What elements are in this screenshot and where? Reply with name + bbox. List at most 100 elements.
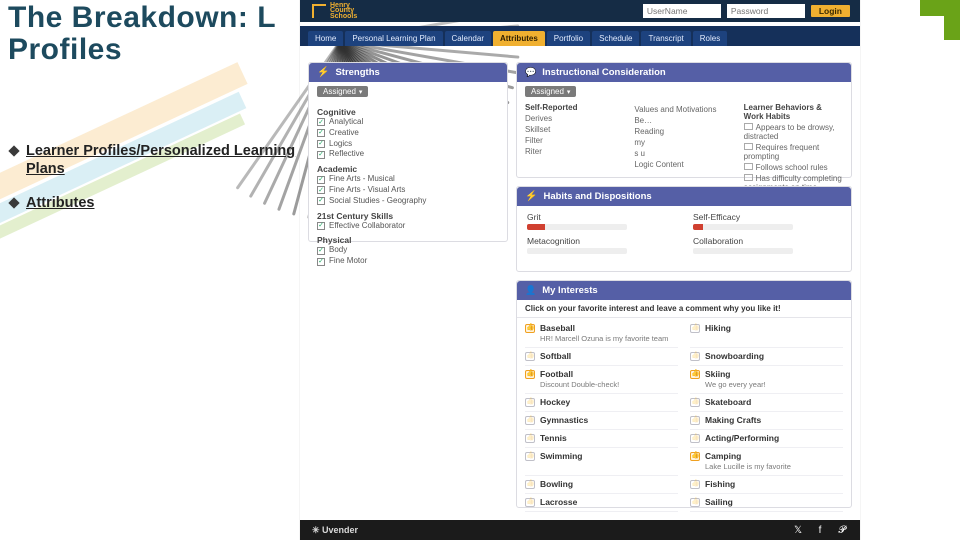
footer-brand-text: Uvender xyxy=(322,525,358,535)
instruct-row: Logic Content xyxy=(634,160,733,169)
thumbs-up-icon[interactable] xyxy=(690,352,700,361)
thumbs-up-icon[interactable] xyxy=(690,434,700,443)
tab-schedule[interactable]: Schedule xyxy=(592,31,639,46)
strength-label: Effective Collaborator xyxy=(329,221,405,232)
strengths-header: Strengths xyxy=(309,63,507,82)
thumbs-up-icon[interactable] xyxy=(690,416,700,425)
strengths-assigned-chip[interactable]: Assigned▾ xyxy=(317,86,368,97)
checkbox-icon[interactable] xyxy=(317,258,325,266)
interest-item[interactable]: Gymnastics xyxy=(525,412,678,430)
interest-item[interactable]: Tennis xyxy=(525,430,678,448)
interest-item[interactable]: Acting/Performing xyxy=(690,430,843,448)
habit-metric: Collaboration xyxy=(693,236,841,254)
instruct-row: Values and Motivations xyxy=(634,105,733,114)
mini-checkbox-icon[interactable] xyxy=(744,123,753,130)
interest-name: Fishing xyxy=(705,479,735,489)
checkbox-icon[interactable] xyxy=(317,140,325,148)
habit-name: Metacognition xyxy=(527,236,675,246)
checkbox-icon[interactable] xyxy=(317,222,325,230)
pinterest-icon[interactable]: 𝓟 xyxy=(836,525,848,536)
interest-item[interactable]: Softball xyxy=(525,348,678,366)
interest-name: Tennis xyxy=(540,433,567,443)
interest-name: Hockey xyxy=(540,397,570,407)
interest-item[interactable]: Hiking xyxy=(690,320,843,348)
habit-name: Collaboration xyxy=(693,236,841,246)
interest-item[interactable]: Fishing xyxy=(690,476,843,494)
tab-personal-learning-plan[interactable]: Personal Learning Plan xyxy=(345,31,442,46)
thumbs-up-icon[interactable] xyxy=(690,324,700,333)
thumbs-up-icon[interactable] xyxy=(525,452,535,461)
checkbox-icon[interactable] xyxy=(317,176,325,184)
checkbox-icon[interactable] xyxy=(317,197,325,205)
thumbs-up-icon[interactable] xyxy=(525,498,535,507)
habit-metric: Grit xyxy=(527,212,675,230)
checkbox-icon[interactable] xyxy=(317,129,325,137)
app-topbar: Henry County Schools Login xyxy=(300,0,860,22)
thumbs-up-icon[interactable] xyxy=(690,370,700,379)
thumbs-up-icon[interactable] xyxy=(525,398,535,407)
strength-group: Physical xyxy=(317,235,499,245)
thumbs-up-icon[interactable] xyxy=(525,434,535,443)
interest-item[interactable]: Making Crafts xyxy=(690,412,843,430)
interest-item[interactable]: CampingLake Lucille is my favorite xyxy=(690,448,843,476)
strength-item: Fine Arts - Musical xyxy=(317,174,499,185)
checkbox-icon[interactable] xyxy=(317,151,325,159)
interest-caption: HR! Marcell Ozuna is my favorite team xyxy=(540,334,678,343)
interest-item[interactable]: Hockey xyxy=(525,394,678,412)
interest-item[interactable]: SkiingWe go every year! xyxy=(690,366,843,394)
tab-attributes[interactable]: Attributes xyxy=(493,31,545,46)
tab-portfolio[interactable]: Portfolio xyxy=(547,31,590,46)
thumbs-up-icon[interactable] xyxy=(525,324,535,333)
checkbox-icon[interactable] xyxy=(317,247,325,255)
assigned-label: Assigned xyxy=(323,87,356,96)
mini-checkbox-icon[interactable] xyxy=(744,163,753,170)
thumbs-up-icon[interactable] xyxy=(525,416,535,425)
strength-label: Logics xyxy=(329,139,352,150)
interest-item[interactable]: Swimming xyxy=(525,448,678,476)
instruct-row: s u xyxy=(634,149,733,158)
caret-down-icon: ▾ xyxy=(567,89,571,96)
instruct-row: Requires frequent prompting xyxy=(744,143,843,161)
thumbs-up-icon[interactable] xyxy=(525,480,535,489)
password-input[interactable] xyxy=(727,4,805,18)
bolt-icon xyxy=(317,67,329,78)
twitter-icon[interactable]: 𝕏 xyxy=(792,525,804,536)
mini-checkbox-icon[interactable] xyxy=(744,143,753,150)
interest-name: Skateboard xyxy=(705,397,751,407)
instruct-row: Derives xyxy=(525,114,624,123)
facebook-icon[interactable]: f xyxy=(814,525,826,536)
checkbox-icon[interactable] xyxy=(317,186,325,194)
thumbs-up-icon[interactable] xyxy=(690,498,700,507)
bullet-text: Learner Profiles/Personalized Learning P… xyxy=(26,142,300,178)
strengths-card: Strengths Assigned▾ CognitiveAnalyticalC… xyxy=(308,62,508,242)
checkbox-icon[interactable] xyxy=(317,118,325,126)
mini-checkbox-icon[interactable] xyxy=(744,174,753,181)
habit-name: Grit xyxy=(527,212,675,222)
instruct-assigned-chip[interactable]: Assigned▾ xyxy=(525,86,576,97)
interest-item[interactable]: Sailing xyxy=(690,494,843,512)
thumbs-up-icon[interactable] xyxy=(525,352,535,361)
strength-item: Analytical xyxy=(317,117,499,128)
thumbs-up-icon[interactable] xyxy=(525,370,535,379)
instruct-row: Skillset xyxy=(525,125,624,134)
interest-item[interactable]: Skateboard xyxy=(690,394,843,412)
login-button[interactable]: Login xyxy=(811,5,850,17)
tab-calendar[interactable]: Calendar xyxy=(445,31,491,46)
interest-item[interactable]: BaseballHR! Marcell Ozuna is my favorite… xyxy=(525,320,678,348)
tab-transcript[interactable]: Transcript xyxy=(641,31,690,46)
slide-title: The Breakdown: L Profiles xyxy=(8,2,276,65)
thumbs-up-icon[interactable] xyxy=(690,398,700,407)
tab-home[interactable]: Home xyxy=(308,31,343,46)
thumbs-up-icon[interactable] xyxy=(690,452,700,461)
strength-label: Fine Arts - Musical xyxy=(329,174,395,185)
habit-bar xyxy=(693,248,793,254)
interest-item[interactable]: Bowling xyxy=(525,476,678,494)
interests-card: My Interests Click on your favorite inte… xyxy=(516,280,852,508)
interest-item[interactable]: Snowboarding xyxy=(690,348,843,366)
thumbs-up-icon[interactable] xyxy=(690,480,700,489)
username-input[interactable] xyxy=(643,4,721,18)
habits-title: Habits and Dispositions xyxy=(543,191,651,202)
interest-item[interactable]: Lacrosse xyxy=(525,494,678,512)
tab-roles[interactable]: Roles xyxy=(693,31,727,46)
interest-item[interactable]: FootballDiscount Double-check! xyxy=(525,366,678,394)
